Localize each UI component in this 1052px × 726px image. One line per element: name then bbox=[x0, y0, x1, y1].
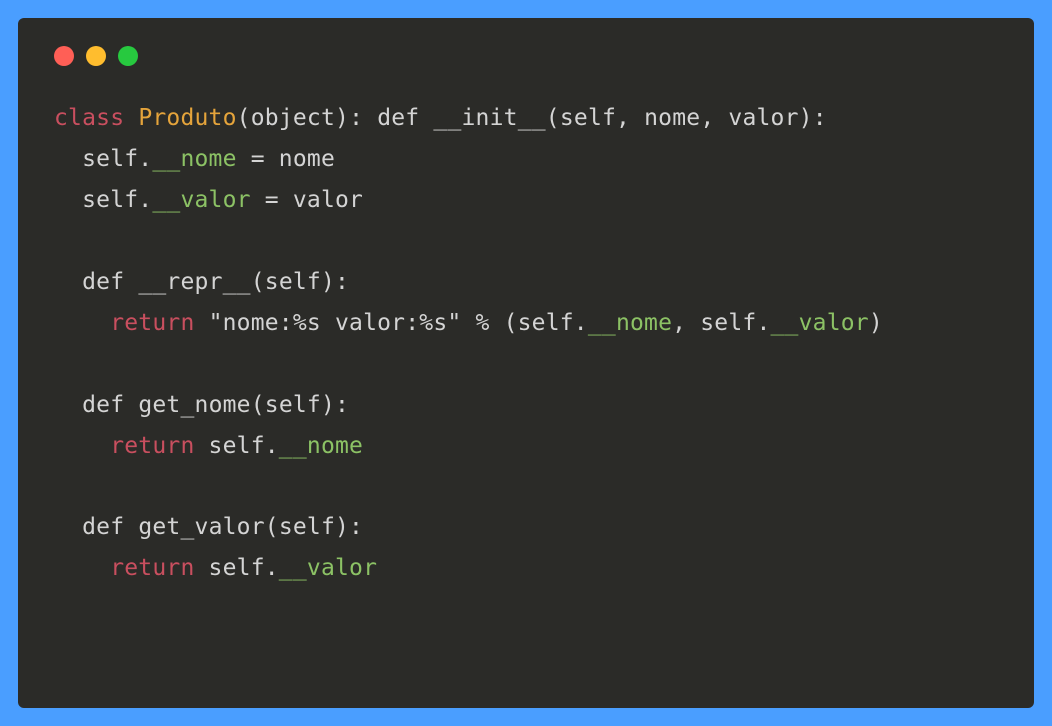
self-ref: self. bbox=[82, 187, 152, 213]
attr-valor: __valor bbox=[279, 555, 377, 581]
fn-get-valor: get_valor bbox=[138, 514, 264, 540]
paren: ( bbox=[237, 105, 251, 131]
params: (self): bbox=[251, 269, 349, 295]
fn-get-nome: get_nome bbox=[138, 392, 250, 418]
attr-nome: __nome bbox=[279, 433, 363, 459]
window-titlebar bbox=[54, 46, 998, 66]
attr-valor: __valor bbox=[152, 187, 250, 213]
indent bbox=[54, 514, 82, 540]
params: (self): bbox=[265, 514, 363, 540]
fn-repr: __repr__ bbox=[138, 269, 250, 295]
keyword-class: class bbox=[54, 105, 124, 131]
indent bbox=[54, 555, 110, 581]
keyword-def: def bbox=[377, 105, 419, 131]
indent bbox=[54, 146, 82, 172]
keyword-def: def bbox=[82, 514, 124, 540]
keyword-return: return bbox=[110, 433, 194, 459]
format-op: % (self. bbox=[461, 310, 587, 336]
indent bbox=[54, 392, 82, 418]
minimize-icon[interactable] bbox=[86, 46, 106, 66]
self-ref: self. bbox=[195, 433, 279, 459]
string-literal: "nome:%s valor:%s" bbox=[209, 310, 462, 336]
zoom-icon[interactable] bbox=[118, 46, 138, 66]
self-ref: self. bbox=[82, 146, 152, 172]
self-ref: self. bbox=[195, 555, 279, 581]
base-class: object bbox=[251, 105, 335, 131]
params: (self, nome, valor): bbox=[546, 105, 827, 131]
paren-colon: ): bbox=[335, 105, 363, 131]
paren-close: ) bbox=[869, 310, 883, 336]
code-block: class Produto(object): def __init__(self… bbox=[54, 98, 998, 589]
params: (self): bbox=[251, 392, 349, 418]
fn-init: __init__ bbox=[433, 105, 545, 131]
keyword-def: def bbox=[82, 392, 124, 418]
class-name: Produto bbox=[138, 105, 236, 131]
keyword-return: return bbox=[110, 310, 194, 336]
keyword-def: def bbox=[82, 269, 124, 295]
close-icon[interactable] bbox=[54, 46, 74, 66]
indent bbox=[54, 269, 82, 295]
indent bbox=[54, 187, 82, 213]
indent bbox=[54, 310, 110, 336]
attr-nome: __nome bbox=[152, 146, 236, 172]
assign: = valor bbox=[251, 187, 363, 213]
attr-nome: __nome bbox=[588, 310, 672, 336]
comma-self: , self. bbox=[672, 310, 770, 336]
assign: = nome bbox=[237, 146, 335, 172]
keyword-return: return bbox=[110, 555, 194, 581]
code-window: class Produto(object): def __init__(self… bbox=[18, 18, 1034, 708]
indent bbox=[54, 433, 110, 459]
attr-valor: __valor bbox=[771, 310, 869, 336]
